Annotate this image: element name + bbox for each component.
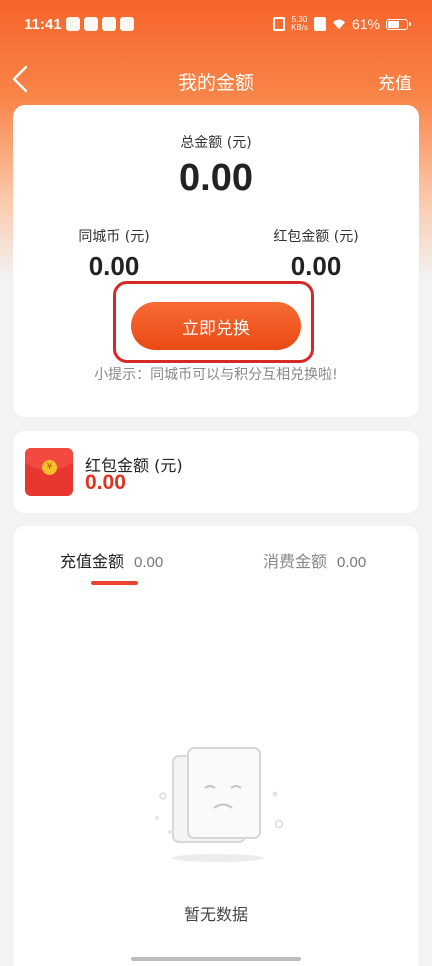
home-indicator[interactable] <box>131 957 301 961</box>
page-title: 我的金额 <box>177 72 254 94</box>
nav-bar: 我的金额 充值 <box>0 56 432 104</box>
active-tab-indicator <box>91 581 138 585</box>
sim-icon <box>313 17 326 31</box>
red-envelope-icon: ¥ <box>25 448 73 496</box>
status-time: 11:41 <box>24 16 62 33</box>
tab-consumption[interactable]: 消费金额 0.00 <box>263 548 366 572</box>
tab-recharge-label: 充值金额 <box>60 552 125 571</box>
records-card: 充值金额 0.00 消费金额 0.00 暂无数据 <box>13 526 419 966</box>
tab-consumption-value: 0.00 <box>337 554 367 571</box>
app-icon <box>120 17 134 31</box>
status-bar: 11:41 5.30 KB/s 61% <box>0 0 432 50</box>
redpacket-amount-label: 红包金额 (元) <box>273 229 359 245</box>
weibo-icon <box>102 17 116 31</box>
battery-icon <box>386 18 411 30</box>
red-packet-value: 0.00 <box>85 471 126 494</box>
empty-state-text: 暂无数据 <box>183 905 248 924</box>
app-icon <box>84 17 98 31</box>
exchange-tip: 小提示：同城币可以与积分互相兑换啦! <box>94 367 338 383</box>
tab-recharge[interactable]: 充值金额 0.00 <box>60 548 163 572</box>
redpacket-amount-value: 0.00 <box>290 251 342 281</box>
coin-symbol: ¥ <box>42 460 57 475</box>
red-packet-card[interactable]: ¥ 红包金额 (元) 0.00 <box>13 431 419 513</box>
total-amount-label: 总金额 (元) <box>180 135 252 151</box>
vibrate-icon <box>273 17 286 31</box>
net-speed: 5.30 KB/s <box>291 16 308 32</box>
tiktok-icon <box>66 17 80 31</box>
empty-sad-paper-icon <box>155 747 284 862</box>
exchange-now-button[interactable]: 立即兑换 <box>131 302 301 350</box>
total-amount-value: 0.00 <box>179 157 253 199</box>
net-speed-unit: KB/s <box>291 23 308 32</box>
coin-value: 0.00 <box>88 251 140 281</box>
recharge-link[interactable]: 充值 <box>378 69 412 94</box>
battery-percent: 61% <box>351 16 380 32</box>
balance-summary-card: 总金额 (元) 0.00 同城币 (元) 0.00 红包金额 (元) 0.00 … <box>13 105 419 417</box>
wifi-icon <box>332 19 346 30</box>
tab-recharge-value: 0.00 <box>134 554 164 571</box>
coin-label: 同城币 (元) <box>78 229 150 245</box>
tab-consumption-label: 消费金额 <box>263 552 328 571</box>
